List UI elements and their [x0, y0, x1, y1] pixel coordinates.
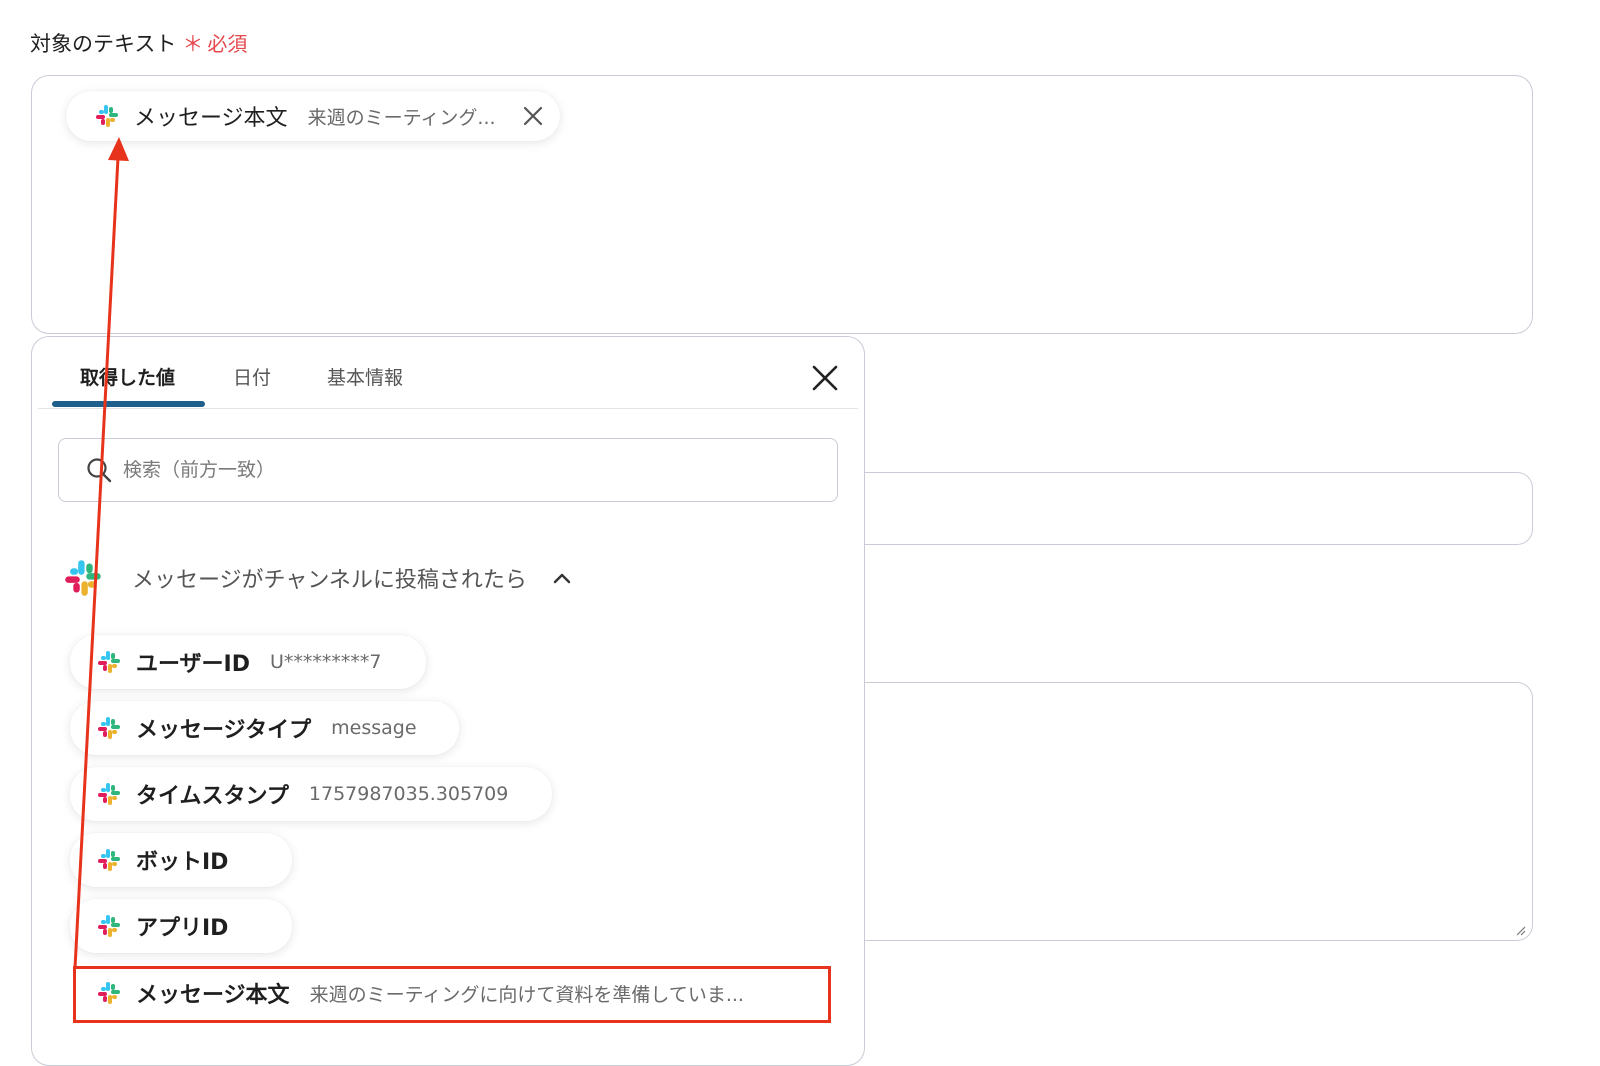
field-label-text: 対象のテキスト: [30, 32, 177, 56]
value-chip-bot-id[interactable]: ボットID: [70, 833, 293, 887]
slack-icon: [94, 103, 120, 129]
chip-key: メッセージ本文: [134, 106, 288, 131]
value-chip-timestamp[interactable]: タイムスタンプ 1757987035.305709: [70, 767, 553, 821]
selected-value-chip[interactable]: メッセージ本文 来週のミーティング...: [66, 91, 560, 141]
chip-value: 1757987035.305709: [308, 783, 509, 805]
chip-key: アプリID: [136, 916, 229, 941]
chip-value: 来週のミーティング...: [307, 106, 496, 129]
slack-icon: [96, 649, 122, 675]
tab-bar: 取得した値 日付 基本情報: [32, 337, 864, 409]
resize-grip-icon[interactable]: [1514, 924, 1526, 936]
chip-key: メッセージタイプ: [136, 718, 312, 743]
active-tab-indicator: [52, 401, 205, 407]
background-textarea[interactable]: [850, 682, 1533, 941]
value-chip-app-id[interactable]: アプリID: [70, 899, 293, 953]
background-input-field[interactable]: [850, 472, 1533, 545]
slack-icon: [96, 781, 122, 807]
tab-date[interactable]: 日付: [233, 363, 271, 390]
field-label: 対象のテキスト＊必須: [30, 28, 247, 58]
required-text: 必須: [207, 32, 248, 56]
tab-acquired-values[interactable]: 取得した値: [80, 363, 175, 390]
group-title: メッセージがチャンネルに投稿されたら: [132, 568, 527, 593]
slack-icon: [62, 557, 104, 599]
slack-icon: [96, 913, 122, 939]
slack-icon: [96, 847, 122, 873]
chevron-up-icon[interactable]: [551, 567, 573, 589]
chip-value: U*********7: [270, 651, 382, 673]
chip-key: タイムスタンプ: [136, 784, 289, 809]
search-field: [58, 438, 838, 502]
value-chip-message-type[interactable]: メッセージタイプ message: [70, 701, 459, 755]
value-chip-user-id[interactable]: ユーザーID U*********7: [70, 635, 426, 689]
close-icon[interactable]: [810, 363, 840, 393]
trigger-group-header[interactable]: メッセージがチャンネルに投稿されたら: [62, 557, 573, 599]
annotation-highlight-box: [73, 966, 831, 1023]
slack-icon: [96, 715, 122, 741]
tab-basic-info[interactable]: 基本情報: [327, 363, 403, 390]
close-icon[interactable]: [522, 105, 544, 127]
required-star: ＊: [182, 32, 204, 56]
chip-key: ボットID: [136, 850, 229, 875]
chip-key: ユーザーID: [136, 652, 251, 677]
search-input[interactable]: [121, 458, 725, 482]
tab-divider: [38, 408, 858, 409]
search-icon: [87, 458, 112, 483]
chip-value: message: [331, 717, 417, 739]
